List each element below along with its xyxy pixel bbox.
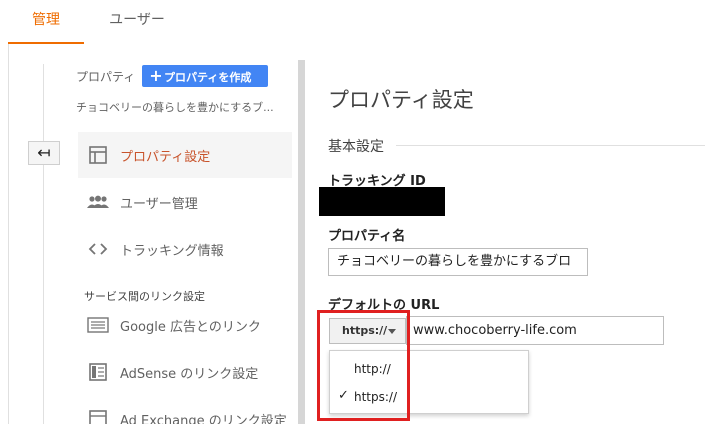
protocol-select-value: https:// [342,324,388,337]
sidebar-item-property-settings[interactable]: プロパティ設定 [78,132,292,178]
user-management-icon [86,192,110,212]
protocol-option-https[interactable]: ✓ https:// [330,387,530,409]
property-column-label: プロパティ [76,70,136,84]
breadcrumb-line-lower [43,165,44,424]
create-property-button[interactable]: +プロパティを作成 [142,65,268,87]
section-divider [396,145,705,146]
protocol-option-label: https:// [354,390,398,404]
tab-admin[interactable]: 管理 [8,0,84,44]
property-name-label: プロパティ名 [328,229,406,244]
property-settings-icon [86,145,110,165]
ad-exchange-icon [86,409,110,424]
sidebar-item-ad-exchange-link[interactable]: Ad Exchange のリンク設定 [78,396,292,424]
back-arrow-button[interactable]: ↤ [28,141,60,165]
checkmark-icon: ✓ [338,388,349,403]
google-ads-icon [86,315,110,335]
tab-users[interactable]: ユーザー [92,0,182,44]
sidebar-item-label: トラッキング情報 [120,243,224,259]
sidebar-item-tracking-info[interactable]: トラッキング情報 [78,226,292,272]
sidebar-item-label: Google 広告とのリンク [120,319,261,335]
chevron-down-icon [388,329,396,334]
protocol-option-http[interactable]: http:// [330,359,530,381]
property-selector[interactable]: チョコベリーの暮らしを豊かにするブ... [76,99,294,115]
protocol-dropdown-menu: http:// ✓ https:// [329,350,529,414]
adsense-icon [86,362,110,382]
page-title: プロパティ設定 [328,88,474,112]
back-arrow-icon: ↤ [37,143,51,162]
basic-settings-heading: 基本設定 [328,139,384,155]
plus-icon: + [149,66,163,85]
code-icon [86,239,110,259]
sidebar-item-label: AdSense のリンク設定 [120,366,259,382]
sidebar-item-adsense-link[interactable]: AdSense のリンク設定 [78,349,292,395]
default-url-input[interactable]: www.chocoberry-life.com [406,316,664,345]
breadcrumb-line [43,64,44,141]
top-tab-bar: 管理 ユーザー [0,0,705,44]
property-name-input[interactable]: チョコベリーの暮らしを豊かにするブロ [328,248,588,276]
column-scrollbar[interactable] [298,60,305,424]
sidebar-item-label: プロパティ設定 [120,149,211,165]
sidebar-item-label: ユーザー管理 [120,196,198,212]
sidebar-item-google-ads-link[interactable]: Google 広告とのリンク [78,302,292,348]
default-url-label: デフォルトの URL [328,298,440,313]
sidebar-item-user-management[interactable]: ユーザー管理 [78,179,292,225]
sidebar-item-label: Ad Exchange のリンク設定 [120,413,287,424]
tracking-id-redacted [319,187,445,216]
create-property-label: プロパティを作成 [164,71,252,84]
protocol-select[interactable]: https:// [329,318,406,344]
protocol-option-label: http:// [354,362,391,376]
